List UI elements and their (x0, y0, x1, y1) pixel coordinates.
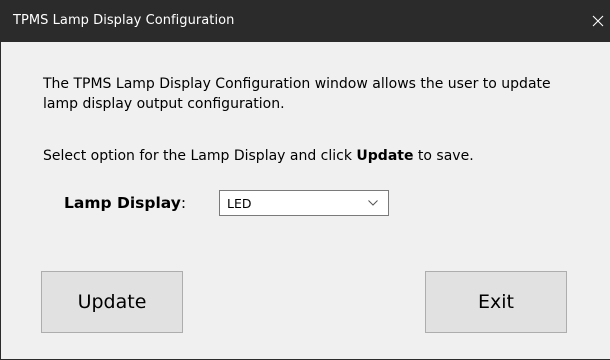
update-button[interactable]: Update (41, 271, 183, 333)
title-bar[interactable]: TPMS Lamp Display Configuration (1, 0, 610, 42)
instruction-text: Select option for the Lamp Display and c… (43, 146, 474, 166)
instruction-prefix: Select option for the Lamp Display and c… (43, 148, 357, 164)
lamp-display-label: Lamp Display: (64, 193, 186, 213)
instruction-suffix: to save. (413, 148, 474, 164)
lamp-display-selected-value: LED (227, 196, 252, 211)
exit-button[interactable]: Exit (425, 271, 567, 333)
description-text: The TPMS Lamp Display Configuration wind… (43, 76, 551, 112)
close-icon (592, 15, 604, 27)
close-button[interactable] (585, 0, 610, 42)
lamp-display-dropdown[interactable]: LED (219, 190, 389, 216)
config-window: TPMS Lamp Display Configuration The TPMS… (0, 0, 610, 360)
window-title: TPMS Lamp Display Configuration (13, 13, 235, 28)
chevron-down-icon (368, 200, 378, 206)
lamp-display-label-text: Lamp Display (64, 194, 181, 212)
lamp-display-label-colon: : (180, 194, 187, 212)
instruction-update-emphasis: Update (356, 148, 414, 164)
